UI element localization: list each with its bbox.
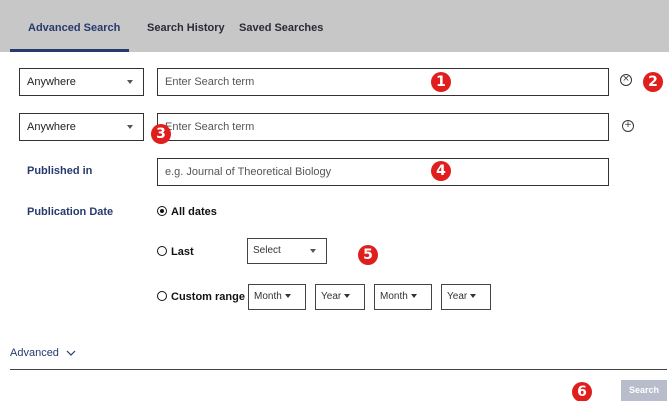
- chevron-down-icon: [310, 249, 316, 253]
- tab-saved-searches[interactable]: Saved Searches: [239, 0, 323, 52]
- tab-search-history[interactable]: Search History: [147, 0, 225, 52]
- radio-custom-range[interactable]: [157, 291, 167, 301]
- marker-4: 4: [431, 161, 451, 181]
- marker-1: 1: [431, 72, 451, 92]
- marker-2: 2: [643, 72, 663, 92]
- search-button[interactable]: Search: [621, 380, 667, 401]
- chevron-down-icon: [284, 294, 291, 299]
- last-select[interactable]: Select: [247, 238, 327, 264]
- chevron-down-icon: [127, 125, 133, 129]
- last-label: Last: [171, 246, 194, 258]
- end-month-select[interactable]: Month: [374, 284, 432, 310]
- chevron-down-icon: [127, 80, 133, 84]
- search-term-input-2[interactable]: Enter Search term: [157, 113, 609, 141]
- radio-last[interactable]: [157, 246, 167, 256]
- divider: [10, 369, 667, 370]
- all-dates-label: All dates: [171, 206, 217, 218]
- field-select-1[interactable]: Anywhere: [19, 68, 144, 96]
- chevron-down-icon: [66, 350, 76, 356]
- end-year-value: Year: [447, 291, 468, 302]
- radio-all-dates[interactable]: [157, 206, 167, 216]
- start-year-value: Year: [321, 291, 342, 302]
- search-term-input-1[interactable]: Enter Search term: [157, 68, 609, 96]
- field-select-1-value: Anywhere: [27, 76, 76, 88]
- custom-range-label: Custom range: [171, 291, 245, 303]
- marker-5: 5: [358, 245, 378, 265]
- chevron-down-icon: [410, 294, 417, 299]
- start-year-select[interactable]: Year: [315, 284, 365, 310]
- circle-x-icon[interactable]: ×: [620, 74, 632, 86]
- field-select-2-value: Anywhere: [27, 121, 76, 133]
- marker-3: 3: [151, 124, 171, 144]
- chevron-down-icon: [470, 294, 477, 299]
- publication-date-label: Publication Date: [27, 206, 114, 218]
- field-select-2[interactable]: Anywhere: [19, 113, 144, 141]
- advanced-toggle[interactable]: Advanced: [10, 347, 76, 359]
- published-in-label: Published in: [27, 165, 93, 177]
- marker-6: 6: [572, 382, 592, 401]
- end-month-value: Month: [380, 291, 408, 302]
- chevron-down-icon: [344, 294, 351, 299]
- end-year-select[interactable]: Year: [441, 284, 491, 310]
- advanced-toggle-label: Advanced: [10, 347, 59, 359]
- last-select-value: Select: [253, 245, 281, 256]
- circle-plus-icon[interactable]: +: [622, 120, 634, 132]
- active-tab-indicator: [10, 49, 129, 52]
- published-in-input[interactable]: e.g. Journal of Theoretical Biology: [157, 158, 609, 186]
- tab-advanced-search[interactable]: Advanced Search: [28, 0, 120, 52]
- start-month-select[interactable]: Month: [248, 284, 306, 310]
- start-month-value: Month: [254, 291, 282, 302]
